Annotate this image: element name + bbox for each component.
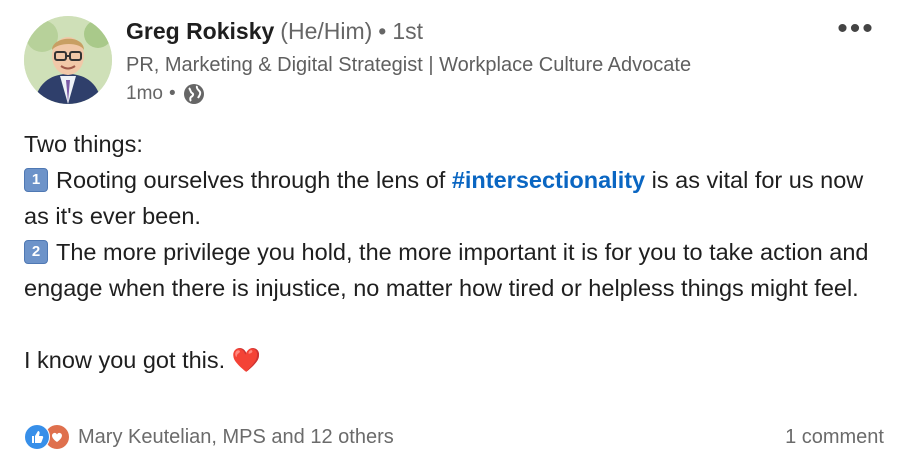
author-avatar[interactable]: [24, 16, 112, 104]
keycap-one-icon: 1: [24, 167, 48, 192]
reactions-summary[interactable]: Mary Keutelian, MPS and 12 others: [24, 424, 394, 450]
post-point-1: 1 Rooting ourselves through the lens of #…: [24, 162, 884, 234]
post-intro: Two things:: [24, 131, 143, 157]
post-closing: I know you got this. ❤️: [24, 342, 884, 378]
post-body: Two things: 1 Rooting ourselves through t…: [24, 126, 884, 378]
connection-degree: 1st: [392, 18, 424, 44]
reaction-icons: [24, 424, 70, 450]
reactions-text[interactable]: Mary Keutelian, MPS and 12 others: [78, 426, 394, 449]
separator-dot: •: [378, 18, 387, 44]
post-meta: 1mo •: [126, 82, 206, 106]
keycap-two-icon: 2: [24, 239, 48, 264]
point2-text: The more privilege you hold, the more im…: [24, 239, 869, 301]
author-pronouns: (He/Him): [280, 18, 373, 44]
heart-icon: ❤️: [231, 347, 261, 373]
point1-text-pre: Rooting ourselves through the lens of: [56, 167, 452, 193]
post-point-2: 2 The more privilege you hold, the more i…: [24, 234, 884, 306]
more-options-button[interactable]: •••: [834, 14, 878, 44]
like-icon: [24, 424, 50, 450]
hashtag-link[interactable]: #intersectionality: [452, 167, 645, 193]
comments-count[interactable]: 1 comment: [785, 426, 884, 449]
author-name[interactable]: Greg Rokisky: [126, 18, 274, 44]
globe-icon: [182, 82, 206, 106]
author-line: Greg Rokisky (He/Him) • 1st: [126, 18, 423, 45]
author-headline: PR, Marketing & Digital Strategist | Wor…: [126, 54, 692, 76]
post-time: 1mo: [126, 83, 163, 104]
social-counts: Mary Keutelian, MPS and 12 others 1 comm…: [24, 424, 884, 450]
separator-dot: •: [168, 83, 176, 104]
closing-text: I know you got this.: [24, 347, 226, 373]
